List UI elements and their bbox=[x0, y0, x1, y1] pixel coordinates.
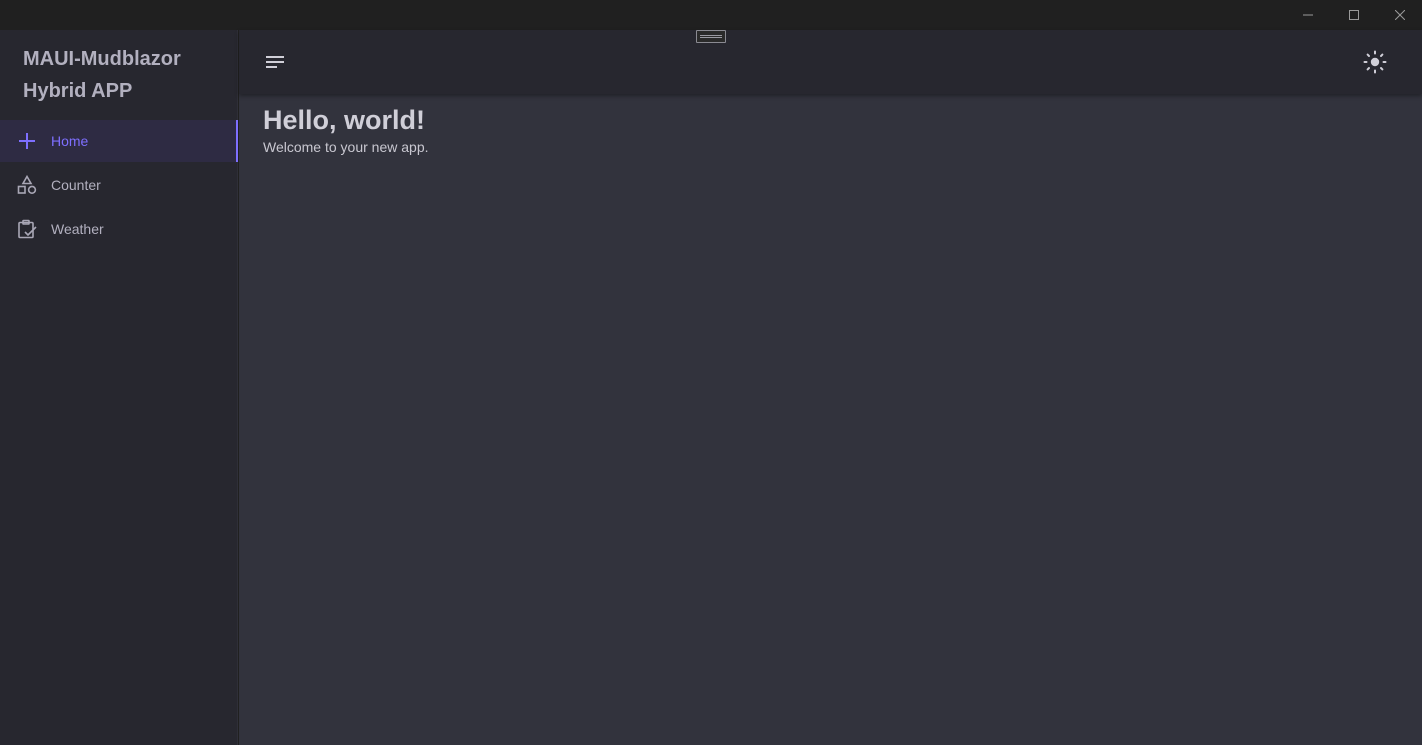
menu-icon bbox=[266, 56, 284, 68]
nav-item-label: Home bbox=[51, 133, 89, 149]
drag-handle[interactable] bbox=[696, 30, 726, 43]
title-bar[interactable] bbox=[0, 0, 1422, 30]
nav-item-label: Counter bbox=[51, 177, 101, 193]
clipboard-check-icon bbox=[16, 218, 38, 240]
close-button[interactable] bbox=[1377, 0, 1422, 30]
drawer-title: MAUI-Mudblazor Hybrid APP bbox=[0, 30, 237, 118]
drawer-title-line2: Hybrid APP bbox=[23, 80, 133, 102]
page-title: Hello, world! bbox=[263, 105, 425, 135]
plus-icon bbox=[16, 130, 38, 152]
nav-item-label: Weather bbox=[51, 221, 104, 237]
theme-toggle-button[interactable] bbox=[1358, 45, 1392, 79]
main-area: Hello, world! Welcome to your new app. bbox=[239, 30, 1422, 745]
minimize-icon bbox=[1303, 14, 1313, 16]
app-window: MAUI-Mudblazor Hybrid APP Home Counter W… bbox=[0, 0, 1422, 745]
menu-toggle-button[interactable] bbox=[258, 45, 292, 79]
nav-item-counter[interactable]: Counter bbox=[0, 164, 237, 206]
drag-handle-grip bbox=[700, 35, 722, 38]
minimize-button[interactable] bbox=[1285, 0, 1331, 30]
page-subtitle: Welcome to your new app. bbox=[263, 139, 429, 155]
drawer-title-line1: MAUI-Mudblazor bbox=[23, 48, 181, 70]
app-bar bbox=[239, 30, 1422, 94]
maximize-icon bbox=[1349, 10, 1359, 20]
sun-icon bbox=[1363, 50, 1387, 74]
nav-item-weather[interactable]: Weather bbox=[0, 208, 237, 250]
maximize-button[interactable] bbox=[1331, 0, 1377, 30]
nav-item-home[interactable]: Home bbox=[0, 120, 238, 162]
page-content: Hello, world! Welcome to your new app. bbox=[263, 104, 429, 158]
shapes-icon bbox=[16, 174, 38, 196]
close-icon bbox=[1395, 10, 1405, 20]
nav-drawer: MAUI-Mudblazor Hybrid APP Home Counter W… bbox=[0, 30, 238, 745]
